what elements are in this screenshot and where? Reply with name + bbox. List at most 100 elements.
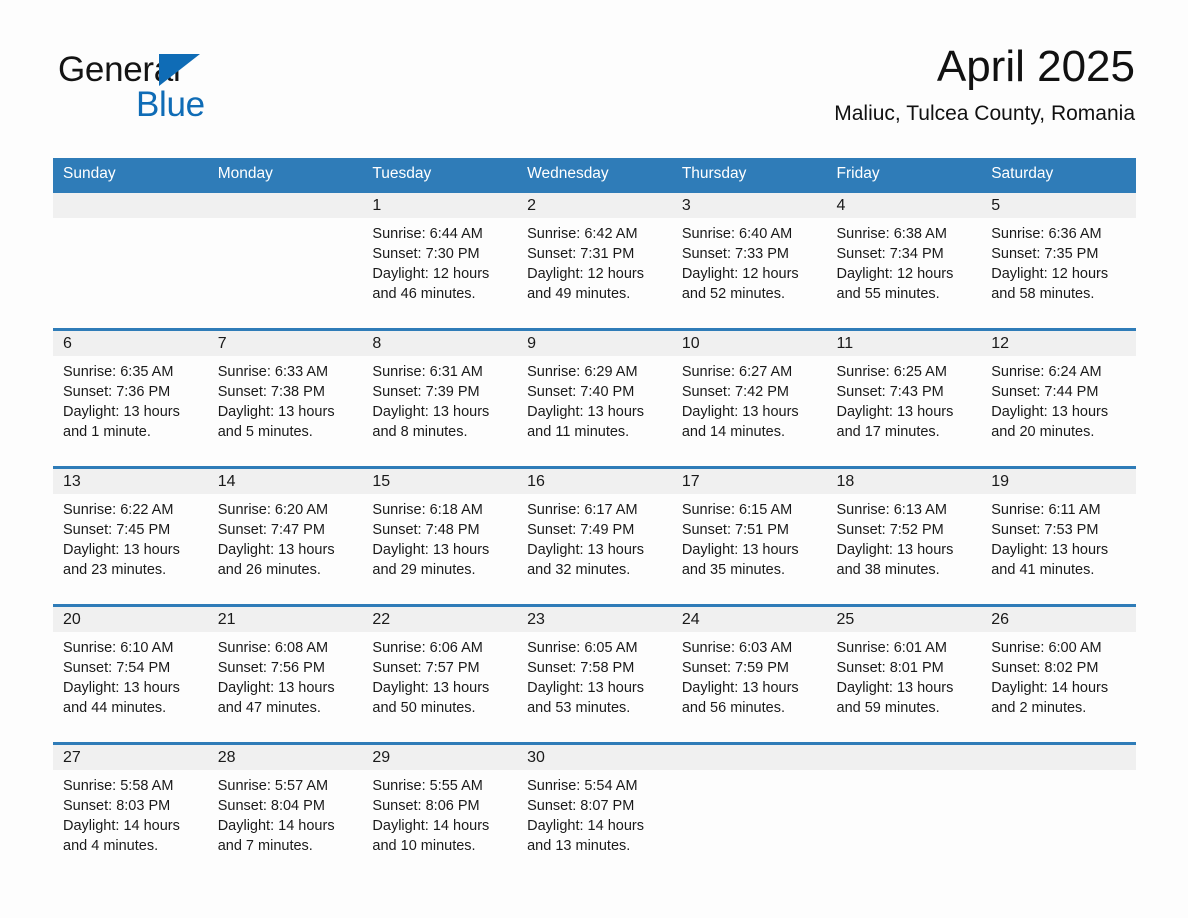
weekday-header-saturday: Saturday xyxy=(981,158,1136,192)
sunset-text: Sunset: 7:52 PM xyxy=(836,522,944,539)
day-number: 26 xyxy=(981,607,1136,633)
sunrise-text: Sunrise: 6:06 AM xyxy=(372,640,483,657)
day-details: Sunrise: 6:11 AM Sunset: 7:53 PM Daylight:… xyxy=(981,494,1136,604)
general-blue-logo[interactable]: General Blue xyxy=(58,52,318,136)
sunrise-text: Sunrise: 6:24 AM xyxy=(991,364,1102,381)
calendar-day-cell[interactable]: 4 Sunrise: 6:38 AM Sunset: 7:34 PM Daylight… xyxy=(826,190,982,330)
calendar-day-cell[interactable]: 27 Sunrise: 5:58 AM Sunset: 8:03 PM Dayligh… xyxy=(53,742,208,881)
calendar-day-cell[interactable]: 2 Sunrise: 6:42 AM Sunset: 7:31 PM Daylight… xyxy=(517,190,672,330)
daylight-text-line2: and 2 minutes. xyxy=(991,700,1087,717)
sunset-text: Sunset: 7:39 PM xyxy=(372,384,480,401)
calendar-day-cell[interactable]: 12 Sunrise: 6:24 AM Sunset: 7:44 PM Dayligh… xyxy=(981,328,1136,468)
calendar-day-cell[interactable]: 8 Sunrise: 6:31 AM Sunset: 7:39 PM Daylight… xyxy=(362,328,518,468)
sunset-text: Sunset: 7:48 PM xyxy=(372,522,480,539)
day-number: 15 xyxy=(362,469,518,495)
calendar-day-cell[interactable]: 5 Sunrise: 6:36 AM Sunset: 7:35 PM Daylight… xyxy=(981,190,1136,330)
sunset-text: Sunset: 7:31 PM xyxy=(527,246,635,263)
calendar-day-cell[interactable]: 15 Sunrise: 6:18 AM Sunset: 7:48 PM Dayligh… xyxy=(362,466,518,606)
day-number: 3 xyxy=(671,193,827,219)
sunset-text: Sunset: 7:53 PM xyxy=(991,522,1099,539)
calendar-day-cell[interactable]: 14 Sunrise: 6:20 AM Sunset: 7:47 PM Dayligh… xyxy=(207,466,363,606)
sunset-text: Sunset: 7:42 PM xyxy=(681,384,790,401)
day-number: 1 xyxy=(362,193,518,219)
daylight-text-line1: Daylight: 13 hours xyxy=(991,404,1109,421)
calendar-body: 1 Sunrise: 6:44 AM Sunset: 7:30 PM Daylight… xyxy=(53,190,1136,881)
daylight-text-line1: Daylight: 14 hours xyxy=(217,818,335,835)
calendar-header-row: Sunday Monday Tuesday Wednesday Thursday Frid… xyxy=(53,158,1136,192)
calendar-day-cell[interactable]: 28 Sunrise: 5:57 AM Sunset: 8:04 PM Dayligh… xyxy=(207,742,363,881)
sunrise-text: Sunrise: 6:27 AM xyxy=(681,364,793,381)
sunset-text: Sunset: 7:36 PM xyxy=(63,384,171,401)
logo-text-blue: Blue xyxy=(136,85,205,124)
calendar-day-cell[interactable]: 26 Sunrise: 6:00 AM Sunset: 8:02 PM Dayligh… xyxy=(981,604,1136,744)
calendar-day-cell[interactable]: 9 Sunrise: 6:29 AM Sunset: 7:40 PM Daylight… xyxy=(517,328,672,468)
daylight-text-line1: Daylight: 13 hours xyxy=(527,680,644,697)
daylight-text-line2: and 20 minutes. xyxy=(991,424,1095,441)
daylight-text-line1: Daylight: 13 hours xyxy=(63,680,180,697)
day-details: Sunrise: 6:44 AM Sunset: 7:30 PM Daylight:… xyxy=(362,218,517,328)
calendar-day-cell[interactable]: 7 Sunrise: 6:33 AM Sunset: 7:38 PM Daylight… xyxy=(207,328,363,468)
calendar-day-cell[interactable]: 6 Sunrise: 6:35 AM Sunset: 7:36 PM Daylight… xyxy=(53,328,208,468)
calendar-day-cell[interactable]: 29 Sunrise: 5:55 AM Sunset: 8:06 PM Dayligh… xyxy=(362,742,518,881)
sunrise-text: Sunrise: 6:10 AM xyxy=(63,640,174,657)
daylight-text-line1: Daylight: 12 hours xyxy=(991,266,1109,283)
calendar-day-cell[interactable]: 16 Sunrise: 6:17 AM Sunset: 7:49 PM Dayligh… xyxy=(517,466,672,606)
sunrise-text: Sunrise: 6:44 AM xyxy=(372,226,483,243)
calendar-container: Sunday Monday Tuesday Wednesday Thursday Frid… xyxy=(53,158,1136,881)
sunrise-text: Sunrise: 6:33 AM xyxy=(217,364,329,381)
day-details xyxy=(672,770,827,880)
day-number: 28 xyxy=(207,745,363,771)
sunset-text: Sunset: 8:02 PM xyxy=(991,660,1099,677)
day-number: 12 xyxy=(981,331,1136,357)
day-details: Sunrise: 6:42 AM Sunset: 7:31 PM Daylight:… xyxy=(517,218,672,328)
daylight-text-line2: and 11 minutes. xyxy=(527,424,630,441)
calendar-day-cell-empty xyxy=(981,742,1136,881)
calendar-day-cell[interactable]: 24 Sunrise: 6:03 AM Sunset: 7:59 PM Dayligh… xyxy=(671,604,827,744)
calendar-day-cell[interactable]: 3 Sunrise: 6:40 AM Sunset: 7:33 PM Daylight… xyxy=(671,190,827,330)
daylight-text-line2: and 8 minutes. xyxy=(372,424,468,441)
day-details: Sunrise: 6:31 AM Sunset: 7:39 PM Daylight:… xyxy=(362,356,517,466)
sunset-text: Sunset: 7:43 PM xyxy=(836,384,944,401)
sunset-text: Sunset: 8:07 PM xyxy=(527,798,635,815)
sunrise-text: Sunrise: 5:55 AM xyxy=(372,778,483,795)
day-details xyxy=(981,770,1136,880)
day-details xyxy=(208,218,363,328)
daylight-text-line2: and 4 minutes. xyxy=(63,838,159,855)
daylight-text-line1: Daylight: 12 hours xyxy=(372,266,490,283)
calendar-day-cell[interactable]: 23 Sunrise: 6:05 AM Sunset: 7:58 PM Dayligh… xyxy=(517,604,672,744)
calendar-day-cell[interactable]: 20 Sunrise: 6:10 AM Sunset: 7:54 PM Dayligh… xyxy=(53,604,208,744)
daylight-text-line1: Daylight: 13 hours xyxy=(681,404,799,421)
daylight-text-line2: and 50 minutes. xyxy=(372,700,476,717)
calendar-day-cell[interactable]: 10 Sunrise: 6:27 AM Sunset: 7:42 PM Dayligh… xyxy=(671,328,827,468)
day-number: 22 xyxy=(362,607,518,633)
daylight-text-line1: Daylight: 13 hours xyxy=(681,542,799,559)
calendar-day-cell[interactable]: 21 Sunrise: 6:08 AM Sunset: 7:56 PM Dayligh… xyxy=(207,604,363,744)
sunrise-text: Sunrise: 6:08 AM xyxy=(217,640,329,657)
sunset-text: Sunset: 8:03 PM xyxy=(63,798,171,815)
day-number xyxy=(671,745,827,771)
calendar-day-cell[interactable]: 18 Sunrise: 6:13 AM Sunset: 7:52 PM Dayligh… xyxy=(826,466,982,606)
calendar-day-cell[interactable]: 13 Sunrise: 6:22 AM Sunset: 7:45 PM Dayligh… xyxy=(53,466,208,606)
sunset-text: Sunset: 7:49 PM xyxy=(527,522,635,539)
weekday-header-wednesday: Wednesday xyxy=(517,158,672,192)
day-number: 2 xyxy=(517,193,672,219)
calendar-day-cell[interactable]: 19 Sunrise: 6:11 AM Sunset: 7:53 PM Dayligh… xyxy=(981,466,1136,606)
day-number: 20 xyxy=(53,607,208,633)
calendar-day-cell[interactable]: 25 Sunrise: 6:01 AM Sunset: 8:01 PM Dayligh… xyxy=(826,604,982,744)
calendar-day-cell[interactable]: 11 Sunrise: 6:25 AM Sunset: 7:43 PM Dayligh… xyxy=(826,328,982,468)
calendar-page: General Blue April 2025 Maliuc, Tulcea C… xyxy=(0,0,1188,918)
daylight-text-line1: Daylight: 13 hours xyxy=(836,404,954,421)
calendar-day-cell[interactable]: 17 Sunrise: 6:15 AM Sunset: 7:51 PM Dayligh… xyxy=(671,466,827,606)
calendar-day-cell[interactable]: 30 Sunrise: 5:54 AM Sunset: 8:07 PM Dayligh… xyxy=(517,742,672,881)
daylight-text-line2: and 52 minutes. xyxy=(681,286,785,303)
daylight-text-line1: Daylight: 12 hours xyxy=(527,266,644,283)
sunset-text: Sunset: 7:44 PM xyxy=(991,384,1099,401)
day-details: Sunrise: 6:36 AM Sunset: 7:35 PM Daylight:… xyxy=(981,218,1136,328)
calendar-day-cell[interactable]: 22 Sunrise: 6:06 AM Sunset: 7:57 PM Dayligh… xyxy=(362,604,518,744)
sunrise-text: Sunrise: 6:40 AM xyxy=(681,226,793,243)
calendar-table: Sunday Monday Tuesday Wednesday Thursday Frid… xyxy=(53,158,1136,881)
sunrise-text: Sunrise: 5:57 AM xyxy=(217,778,329,795)
day-details: Sunrise: 6:40 AM Sunset: 7:33 PM Daylight:… xyxy=(672,218,827,328)
day-details xyxy=(827,770,982,880)
calendar-day-cell[interactable]: 1 Sunrise: 6:44 AM Sunset: 7:30 PM Daylight… xyxy=(362,190,518,330)
